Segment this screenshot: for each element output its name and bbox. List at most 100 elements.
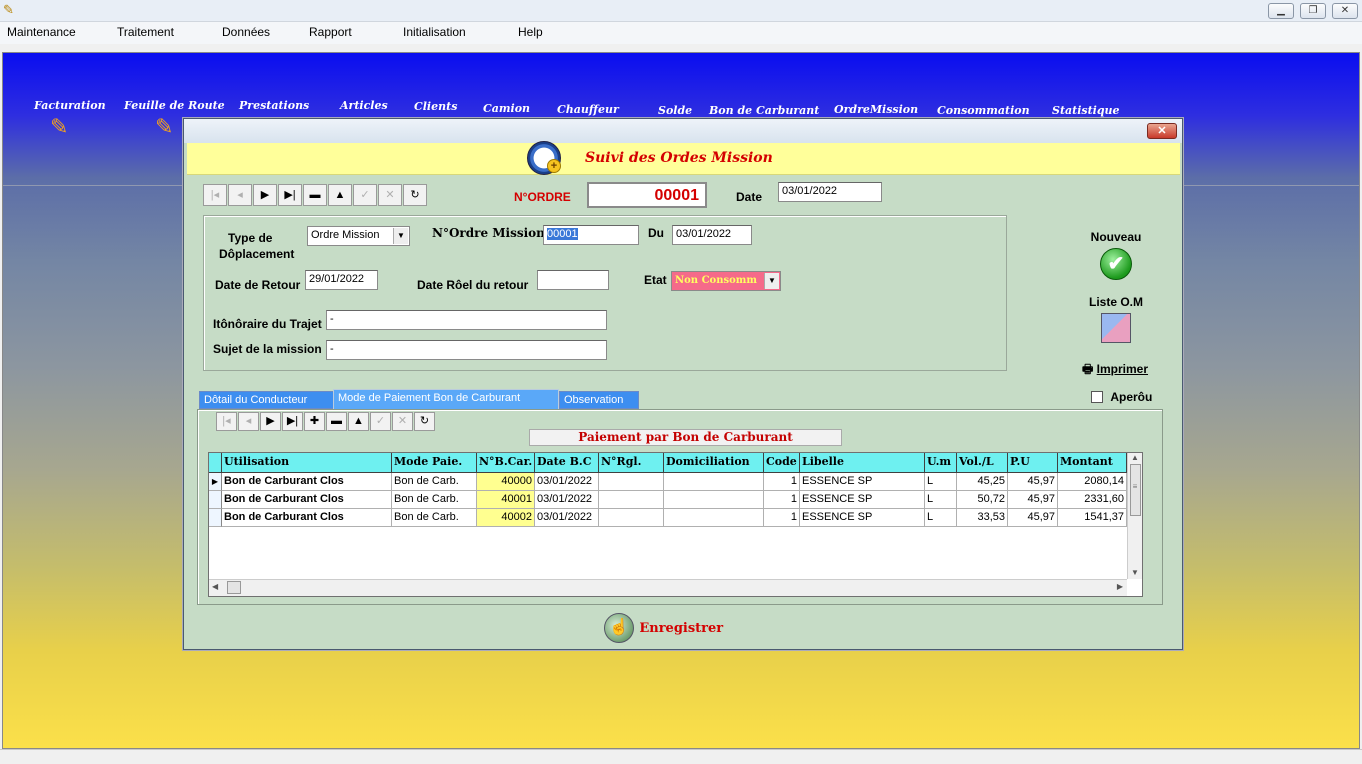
itineraire-field[interactable]: -: [326, 310, 607, 330]
tab-detail-conducteur[interactable]: Dôtail du Conducteur: [199, 391, 334, 409]
menu-donnees[interactable]: Données: [222, 25, 270, 39]
add-record-button[interactable]: ✚: [304, 412, 325, 431]
table-cell[interactable]: Bon de Carburant Clos: [222, 491, 392, 509]
nav-facturation[interactable]: Facturation: [34, 99, 106, 112]
payment-grid[interactable]: Utilisation Mode Paie. N°B.Car. Date B.C…: [208, 452, 1143, 597]
table-cell[interactable]: ESSENCE SP: [800, 509, 925, 527]
table-cell[interactable]: 33,53: [957, 509, 1008, 527]
table-cell[interactable]: Bon de Carburant Clos: [222, 509, 392, 527]
date-field[interactable]: 03/01/2022: [778, 182, 882, 202]
date-reel-field[interactable]: [537, 270, 609, 290]
nav-prestations[interactable]: Prestations: [239, 99, 309, 112]
sujet-field[interactable]: -: [326, 340, 607, 360]
menu-initialisation[interactable]: Initialisation: [403, 25, 466, 39]
chevron-down-icon[interactable]: ▼: [764, 273, 779, 289]
row-indicator-arrow-icon[interactable]: ▶: [209, 473, 222, 491]
nordre-mission-field[interactable]: 00001: [543, 225, 639, 245]
scroll-up-icon[interactable]: ▲: [1128, 453, 1142, 462]
table-cell[interactable]: 40000: [477, 473, 535, 491]
edit-record-button[interactable]: ▲: [328, 184, 352, 206]
menu-maintenance[interactable]: Maintenance: [7, 25, 76, 39]
minimize-button[interactable]: ▁: [1268, 3, 1294, 19]
delete-record-button[interactable]: ▬: [326, 412, 347, 431]
last-record-button[interactable]: ▶|: [282, 412, 303, 431]
table-cell[interactable]: 1541,37: [1058, 509, 1127, 527]
delete-record-button[interactable]: ▬: [303, 184, 327, 206]
cancel-record-button[interactable]: ✕: [392, 412, 413, 431]
table-cell[interactable]: 40001: [477, 491, 535, 509]
nordre-field[interactable]: 00001: [587, 182, 707, 208]
date-retour-field[interactable]: 29/01/2022: [305, 270, 378, 290]
table-cell[interactable]: Bon de Carb.: [392, 509, 477, 527]
grid-header[interactable]: Domiciliation: [664, 453, 764, 473]
imprimer-button[interactable]: 🖶 Imprimer: [1082, 360, 1148, 381]
grid-header[interactable]: Vol./L: [957, 453, 1008, 473]
type-deplacement-select[interactable]: Ordre Mission ▼: [307, 226, 410, 246]
table-cell[interactable]: Bon de Carburant Clos: [222, 473, 392, 491]
grid-header[interactable]: Montant: [1058, 453, 1127, 473]
next-record-button[interactable]: ▶: [253, 184, 277, 206]
table-cell[interactable]: 1: [764, 473, 800, 491]
nav-chauffeur[interactable]: Chauffeur: [557, 103, 619, 116]
apercu-checkbox[interactable]: [1091, 391, 1103, 403]
post-record-button[interactable]: ✓: [353, 184, 377, 206]
menu-traitement[interactable]: Traitement: [117, 25, 174, 39]
liste-om-button[interactable]: Liste O.M: [1084, 295, 1148, 343]
next-record-button[interactable]: ▶: [260, 412, 281, 431]
row-indicator[interactable]: [209, 491, 222, 509]
table-cell[interactable]: 1: [764, 509, 800, 527]
nav-clients[interactable]: Clients: [414, 100, 457, 113]
dialog-close-button[interactable]: ✕: [1147, 123, 1177, 139]
table-cell[interactable]: [664, 491, 764, 509]
edit-record-button[interactable]: ▲: [348, 412, 369, 431]
scroll-down-icon[interactable]: ▼: [1128, 568, 1142, 577]
refresh-record-button[interactable]: ↻: [403, 184, 427, 206]
apercu-checkbox-row[interactable]: Aperôu: [1091, 390, 1152, 404]
table-cell[interactable]: L: [925, 473, 957, 491]
table-cell[interactable]: 45,25: [957, 473, 1008, 491]
nav-bon-de-carburant[interactable]: Bon de Carburant: [709, 104, 819, 117]
grid-header[interactable]: Code: [764, 453, 800, 473]
save-button[interactable]: ☝ Enregistrer: [604, 613, 723, 643]
table-cell[interactable]: [664, 509, 764, 527]
table-cell[interactable]: [599, 509, 664, 527]
prev-record-button[interactable]: ◂: [238, 412, 259, 431]
grid-header[interactable]: Utilisation: [222, 453, 392, 473]
table-cell[interactable]: [599, 473, 664, 491]
pencil-grid-icon[interactable]: ✎: [50, 114, 68, 140]
pencil-grid-icon[interactable]: ✎: [155, 114, 173, 140]
nav-ordremission[interactable]: OrdreMission: [834, 103, 918, 116]
last-record-button[interactable]: ▶|: [278, 184, 302, 206]
grid-header[interactable]: Mode Paie.: [392, 453, 477, 473]
etat-select[interactable]: Non Consomm ▼: [671, 271, 781, 291]
first-record-button[interactable]: |◂: [216, 412, 237, 431]
restore-button[interactable]: ❐: [1300, 3, 1326, 19]
menu-rapport[interactable]: Rapport: [309, 25, 352, 39]
vertical-scrollbar[interactable]: ▲ ≡ ▼: [1127, 453, 1142, 579]
table-cell[interactable]: ESSENCE SP: [800, 491, 925, 509]
table-cell[interactable]: 40002: [477, 509, 535, 527]
scroll-thumb[interactable]: ≡: [1129, 464, 1141, 516]
table-cell[interactable]: 2080,14: [1058, 473, 1127, 491]
scroll-left-icon[interactable]: ◀: [212, 582, 218, 591]
table-cell[interactable]: 03/01/2022: [535, 473, 599, 491]
table-cell[interactable]: 1: [764, 491, 800, 509]
prev-record-button[interactable]: ◂: [228, 184, 252, 206]
nav-statistique[interactable]: Statistique: [1052, 104, 1120, 117]
post-record-button[interactable]: ✓: [370, 412, 391, 431]
menu-help[interactable]: Help: [518, 25, 543, 39]
table-cell[interactable]: 03/01/2022: [535, 491, 599, 509]
nav-solde[interactable]: Solde: [658, 104, 692, 117]
table-cell[interactable]: ESSENCE SP: [800, 473, 925, 491]
table-cell[interactable]: [664, 473, 764, 491]
table-cell[interactable]: 45,97: [1008, 509, 1058, 527]
table-cell[interactable]: 50,72: [957, 491, 1008, 509]
table-cell[interactable]: L: [925, 509, 957, 527]
row-indicator[interactable]: [209, 509, 222, 527]
tab-observation[interactable]: Observation: [559, 391, 639, 409]
grid-header[interactable]: U.m: [925, 453, 957, 473]
nav-articles[interactable]: Articles: [340, 99, 388, 112]
tab-mode-paiement[interactable]: Mode de Paiement Bon de Carburant: [333, 389, 559, 411]
table-cell[interactable]: Bon de Carb.: [392, 473, 477, 491]
horizontal-scrollbar[interactable]: ◀ ▶: [209, 579, 1127, 596]
